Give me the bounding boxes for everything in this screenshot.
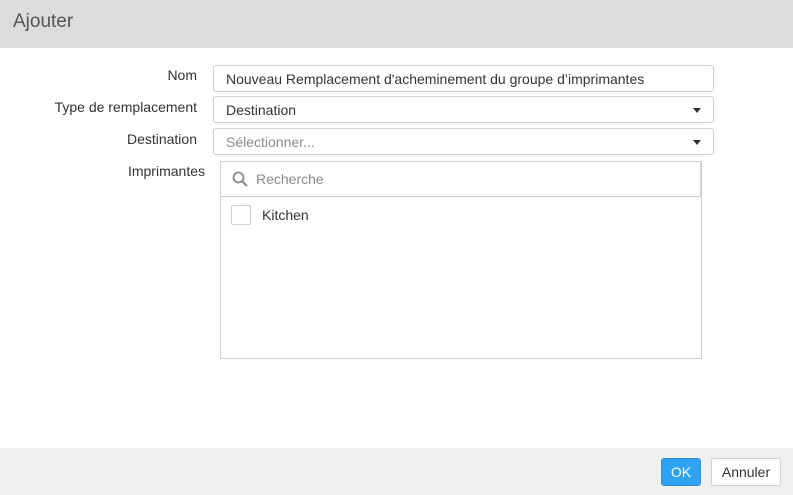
- ok-button[interactable]: OK: [661, 458, 701, 486]
- search-icon: [232, 171, 248, 187]
- name-field-value: Nouveau Remplacement d'acheminement du g…: [226, 71, 645, 87]
- destination-placeholder: Sélectionner...: [226, 134, 315, 150]
- name-label: Nom: [167, 67, 197, 83]
- dialog-footer: OK Annuler: [0, 448, 793, 495]
- printer-item-label: Kitchen: [262, 207, 309, 223]
- replacement-type-select[interactable]: Destination: [213, 96, 714, 123]
- printer-item-kitchen[interactable]: Kitchen: [231, 205, 431, 229]
- search-placeholder: Recherche: [256, 171, 324, 187]
- chevron-down-icon: [693, 108, 701, 113]
- destination-label: Destination: [126, 131, 197, 147]
- printer-checkbox[interactable]: [231, 205, 251, 225]
- cancel-button[interactable]: Annuler: [711, 458, 781, 486]
- replacement-type-value: Destination: [226, 102, 297, 118]
- printers-label: Imprimantes: [127, 163, 205, 179]
- add-dialog: Ajouter Nom Nouveau Remplacement d'achem…: [0, 0, 793, 495]
- chevron-down-icon: [693, 140, 701, 145]
- replacement-type-label: Type de remplacement: [54, 99, 197, 115]
- dialog-header: Ajouter: [0, 0, 793, 48]
- destination-select[interactable]: Sélectionner...: [213, 128, 714, 155]
- name-field[interactable]: Nouveau Remplacement d'acheminement du g…: [213, 65, 714, 92]
- dialog-title: Ajouter: [13, 11, 74, 32]
- printers-search-input[interactable]: Recherche: [221, 162, 701, 197]
- printers-list: Recherche Kitchen: [220, 161, 702, 359]
